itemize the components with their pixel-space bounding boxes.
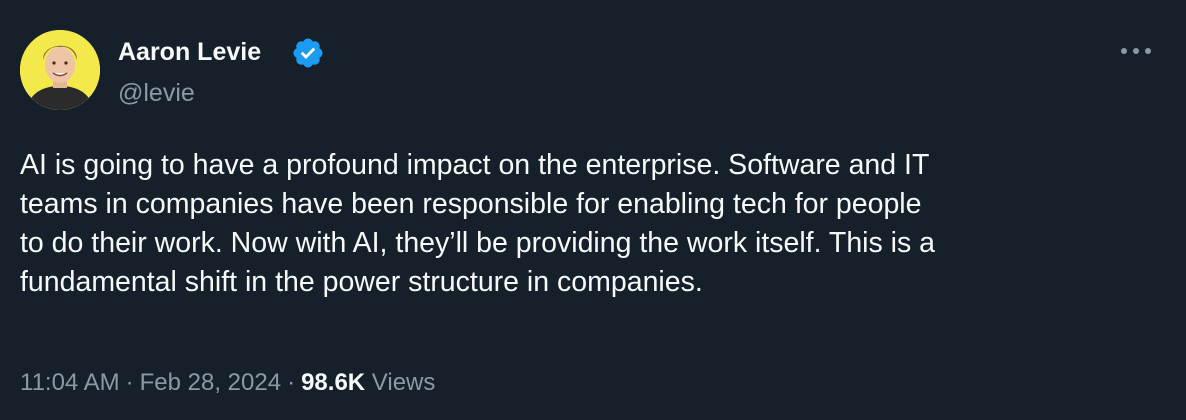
tweet-card: Aaron Levie @levie AI is going to have a… — [0, 0, 1186, 420]
views-count[interactable]: 98.6K — [301, 369, 365, 396]
meta-separator: · — [125, 369, 134, 396]
tweet-text: AI is going to have a profound impact on… — [20, 149, 936, 298]
tweet-date[interactable]: Feb 28, 2024 — [140, 369, 281, 396]
tweet-meta: 11:04 AM · Feb 28, 2024 · 98.6K Views — [20, 367, 435, 399]
avatar-image — [20, 30, 100, 110]
verified-badge-icon — [293, 38, 323, 68]
author-handle[interactable]: @levie — [118, 78, 195, 108]
author-name[interactable]: Aaron Levie — [118, 37, 261, 67]
avatar[interactable] — [20, 30, 100, 110]
more-options-icon[interactable] — [1116, 36, 1156, 66]
views-label[interactable]: Views — [372, 369, 436, 396]
meta-separator: · — [287, 369, 296, 396]
tweet-time[interactable]: 11:04 AM — [20, 369, 120, 396]
